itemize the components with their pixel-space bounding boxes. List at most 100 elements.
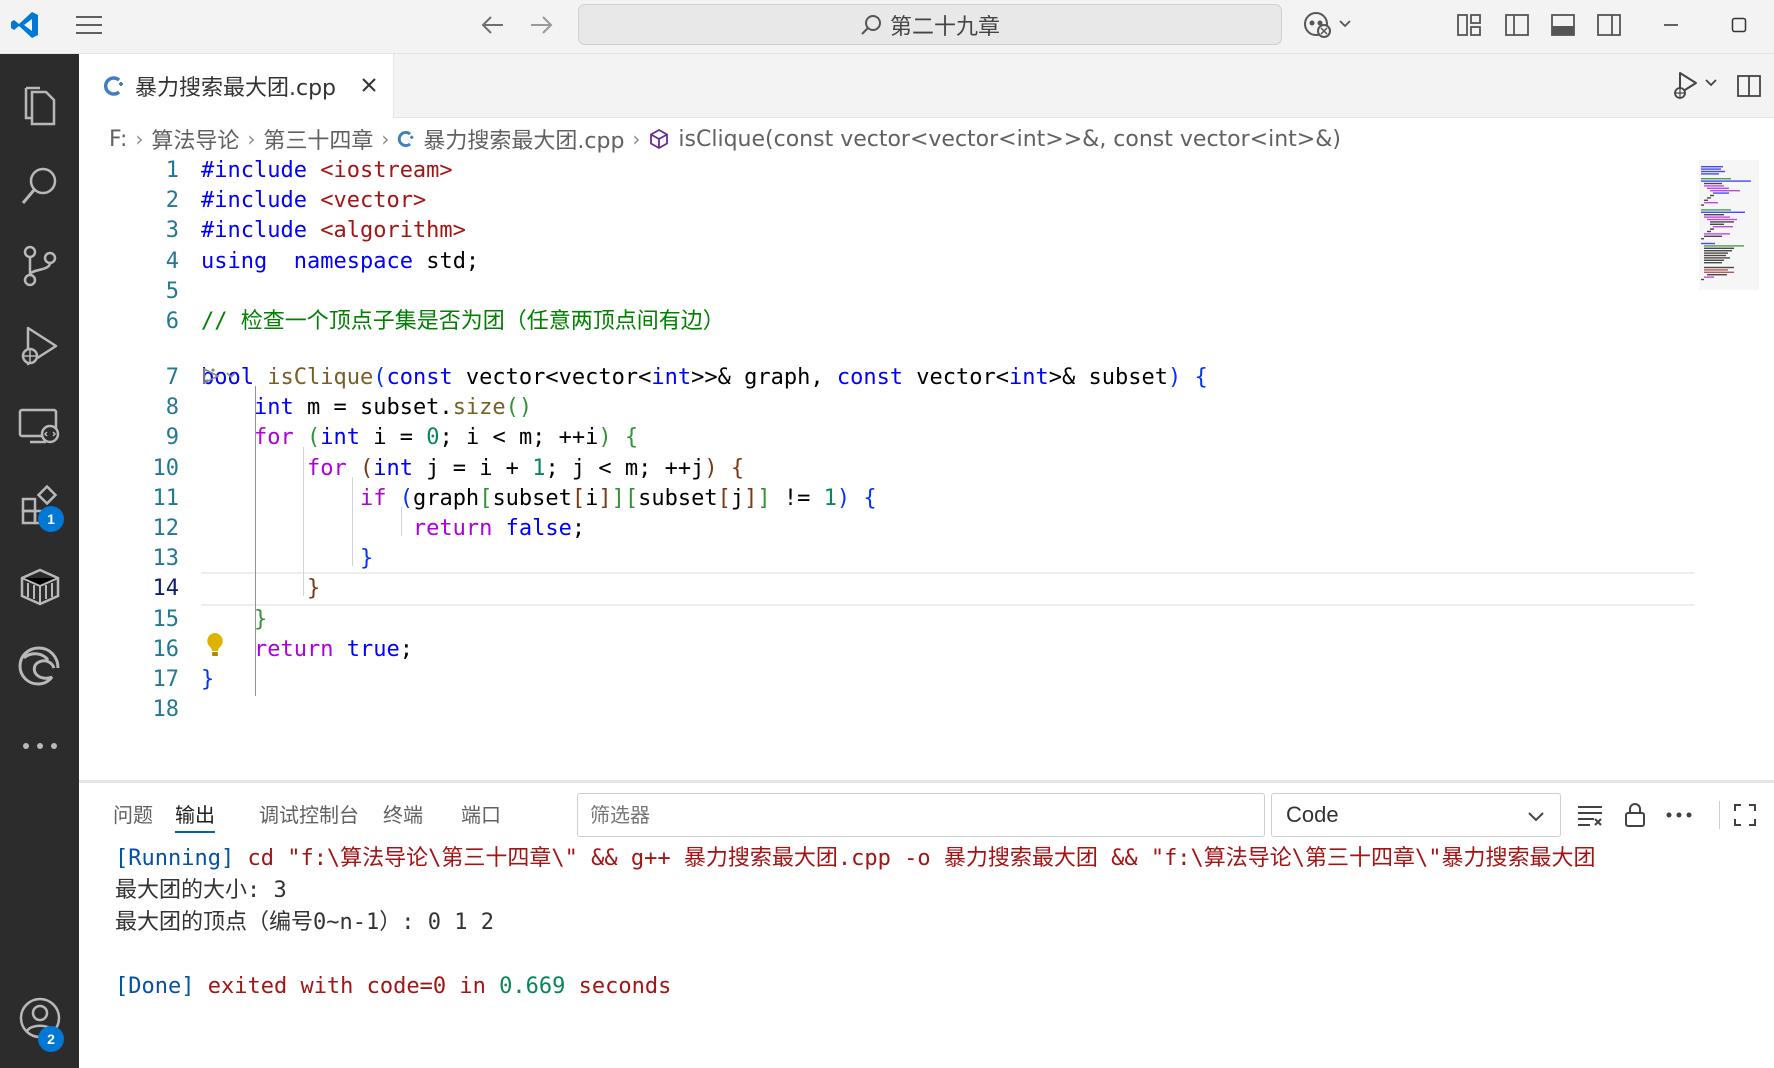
tab-ports[interactable]: 端口 [461,797,501,833]
indent-guide [255,386,256,696]
code-token: int [373,456,413,481]
search-icon[interactable] [0,146,79,226]
vscode-logo-icon [6,6,44,44]
lightbulb-icon[interactable] [203,630,227,660]
breadcrumb-file[interactable]: 暴力搜索最大团.cpp [423,123,624,155]
copilot-icon[interactable] [1300,6,1360,44]
code-token: j = i + [412,456,533,481]
breadcrumb-folder[interactable]: 算法导论 [151,123,239,155]
code-text: int m = subset.size() [201,391,532,425]
minimap-line [1704,233,1730,235]
output-done-tag: [Done] [115,974,195,999]
code-token: [ [571,486,586,511]
code-token: vector< [903,365,1010,390]
tab-output[interactable]: 输出 [175,797,215,833]
lock-icon[interactable] [1617,797,1653,833]
code-line[interactable]: 9 for (int i = 0; i < m; ++i) { [79,421,1699,455]
code-line[interactable]: 6 // 检查一个顶点子集是否为团（任意两顶点间有边） [79,305,1699,339]
code-line[interactable]: 18 [79,693,1699,727]
minimap-line [1710,221,1734,223]
code-line[interactable]: 2 #include <vector> [79,184,1699,218]
line-number: 12 [152,516,180,541]
breadcrumb-subfolder[interactable]: 第三十四章 [263,123,373,155]
code-editor[interactable]: 1 #include <iostream> 2 #include <vector> 3 #… [79,160,1774,782]
source-control-icon[interactable] [0,226,79,306]
run-and-debug-icon[interactable] [0,306,79,386]
remote-explorer-icon[interactable] [0,386,79,466]
more-actions-icon[interactable] [1661,797,1697,833]
code-token: graph [412,486,480,511]
more-icon[interactable] [0,706,79,786]
output-running-tag: [Running] [115,846,235,871]
tab-debug-console[interactable]: 调试控制台 [259,797,359,833]
tab-active-file[interactable]: 暴力搜索最大团.cpp [79,54,394,118]
back-arrow-icon[interactable] [476,8,510,42]
code-token: ] [598,486,612,511]
toggle-secondary-sidebar-icon[interactable] [1592,8,1626,42]
minimize-icon[interactable] [1654,8,1688,42]
minimap[interactable] [1699,160,1774,782]
code-line[interactable]: 15 } [79,603,1699,637]
minimap-line [1704,182,1722,185]
code-line[interactable]: 12 return false; [79,512,1699,546]
output-channel-select[interactable]: Code [1271,793,1561,837]
tab-terminal[interactable]: 终端 [383,797,423,833]
code-line[interactable]: 4 using namespace std; [79,245,1699,279]
run-code-icon[interactable] [1662,68,1726,104]
menu-icon[interactable] [72,10,106,40]
minimap-line [1707,274,1727,276]
filter-input[interactable] [577,793,1265,837]
code-line[interactable]: 7 bool isClique(const vector<vector<int>>… [79,361,1699,395]
code-token: // 检查一个顶点子集是否为团（任意两顶点间有边） [201,309,725,334]
minimap-line [1704,252,1728,254]
code-line[interactable]: 17} [79,663,1699,697]
breadcrumb-drive[interactable]: F: [109,127,127,152]
toggle-panel-icon[interactable] [1546,8,1580,42]
split-editor-icon[interactable] [1731,68,1767,104]
code-line[interactable]: 10 for (int j = i + 1; j < m; ++j) { [79,452,1699,486]
maximize-panel-icon[interactable] [1727,797,1763,833]
containers-icon[interactable] [0,546,79,626]
tab-problems[interactable]: 问题 [113,797,153,833]
code-text: return false; [201,512,585,546]
code-line[interactable]: 3 #include <algorithm> [79,214,1699,248]
code-token: { [624,425,639,450]
code-text: } [201,663,214,697]
code-token: vector<vector< [452,365,652,390]
code-line[interactable]: 16 return true; [79,633,1699,667]
code-token: <iostream> [320,160,453,183]
extensions-icon[interactable]: 1 [0,466,79,546]
minimap-line [1707,230,1711,233]
customize-layout-icon[interactable] [1452,8,1486,42]
close-icon[interactable] [354,70,384,100]
forward-arrow-icon[interactable] [524,8,558,42]
code-line[interactable]: 14 } [79,572,1699,606]
edge-devtools-icon[interactable] [0,626,79,706]
code-line[interactable]: 13 } [79,542,1699,576]
explorer-icon[interactable] [0,66,79,146]
code-text: #include <vector> [201,184,426,218]
code-line[interactable]: 8 int m = subset.size() [79,391,1699,425]
code-line[interactable]: 11 if (graph[subset[i]][subset[j]] != 1)… [79,482,1699,516]
clear-output-icon[interactable] [1573,797,1609,833]
minimap-line [1710,194,1714,197]
breadcrumb-symbol[interactable]: isClique(const vector<vector<int>>&, con… [678,127,1341,152]
code-token: j [730,486,745,511]
copilot-codelens-icon[interactable] [201,364,245,388]
maximize-icon[interactable] [1722,8,1756,42]
code-line[interactable]: 5 [79,275,1699,309]
code-token: subset [492,486,572,511]
toggle-primary-sidebar-icon[interactable] [1500,8,1534,42]
code-token: } [201,667,215,692]
command-center-search[interactable]: 第二十九章 [578,4,1282,45]
cpp-file-icon [103,76,123,96]
accounts-icon[interactable]: 2 [0,978,79,1058]
code-token: () [505,395,533,420]
code-token: subset [638,486,718,511]
output-done-in: in [446,974,500,999]
chevron-right-icon: › [135,127,144,151]
minimap-line [1704,202,1718,204]
